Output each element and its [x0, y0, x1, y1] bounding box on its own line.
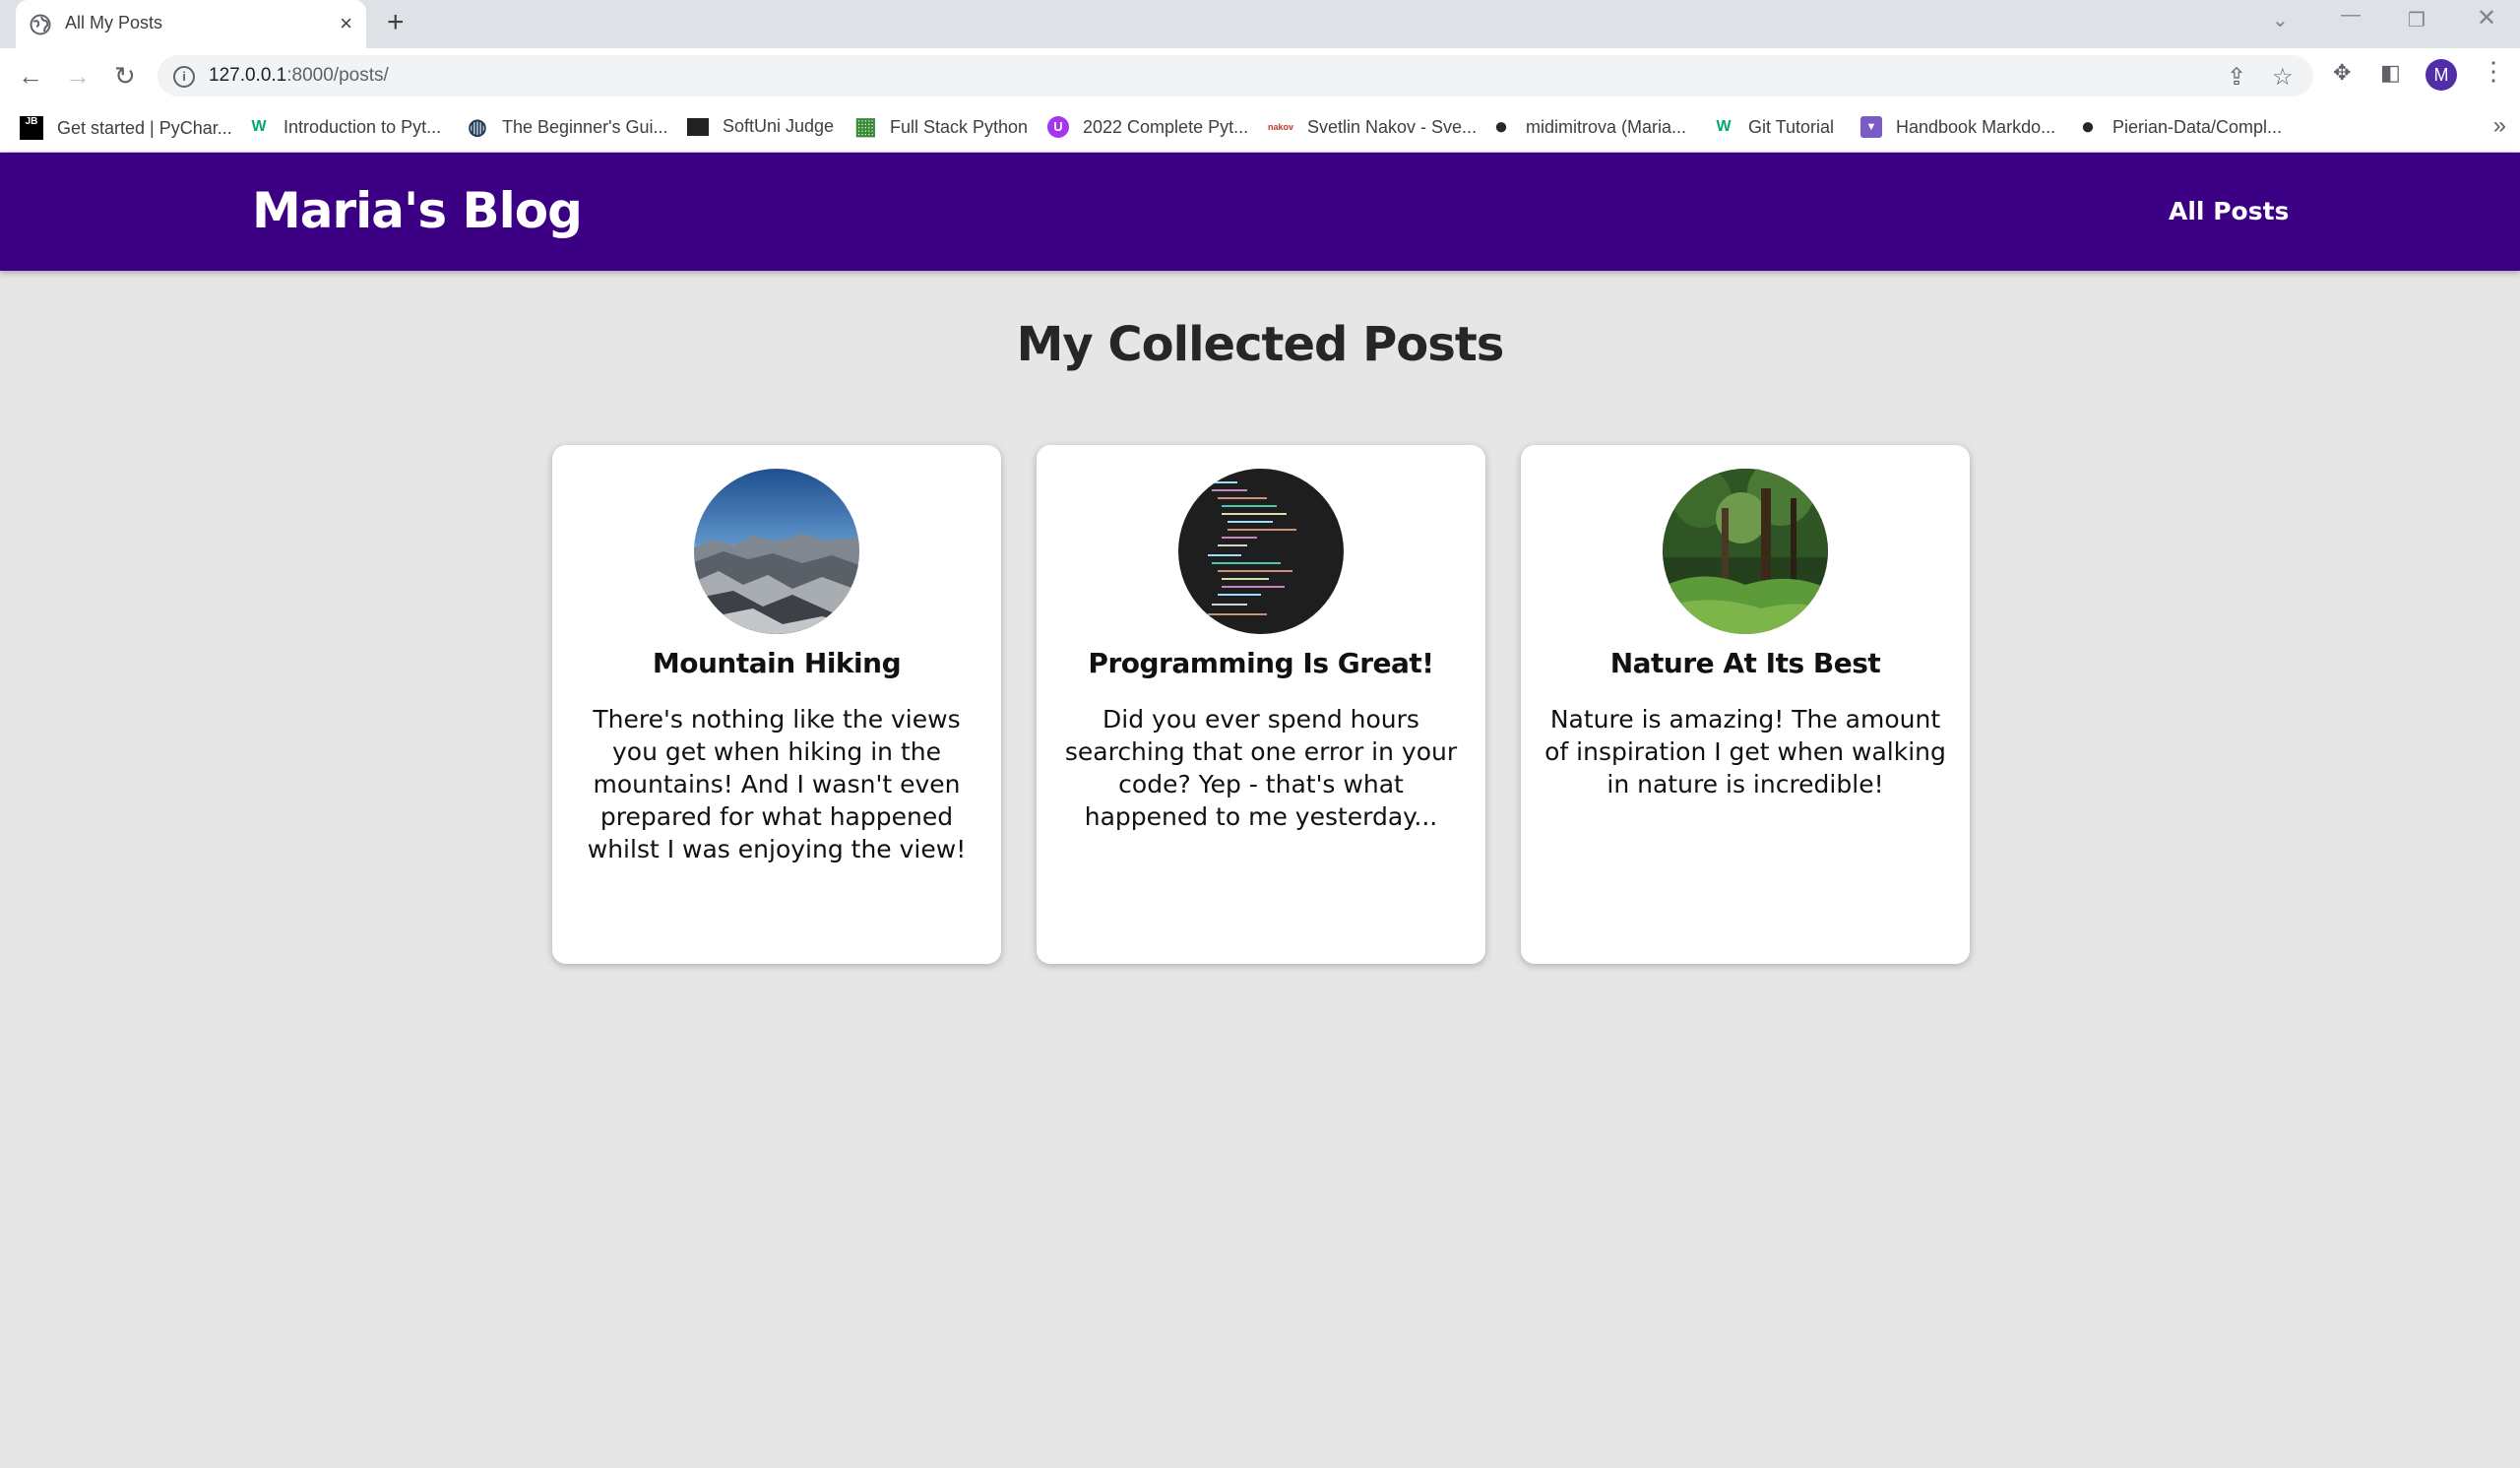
- udemy-icon: U: [1047, 116, 1069, 138]
- post-image-mountains[interactable]: [694, 469, 859, 634]
- nav-all-posts-link[interactable]: All Posts: [2169, 197, 2289, 225]
- bookmark-item[interactable]: nakov Svetlin Nakov - Sve...: [1268, 116, 1477, 138]
- close-tab-icon[interactable]: ×: [340, 11, 352, 36]
- bookmark-item[interactable]: ● midimitrova (Maria...: [1490, 113, 1687, 140]
- more-menu-icon[interactable]: ⋮: [2481, 56, 2506, 87]
- post-card[interactable]: Programming Is Great! Did you ever spend…: [1037, 445, 1485, 964]
- tab-strip: All My Posts × + ⌄ — ❐ ✕: [0, 0, 2520, 48]
- site-logo[interactable]: Maria's Blog: [252, 182, 583, 239]
- bookmark-label: Full Stack Python: [890, 116, 1029, 137]
- url-text[interactable]: 127.0.0.1:8000/posts/: [209, 65, 389, 87]
- browser-toolbar: ← → ↻ i 127.0.0.1:8000/posts/ ⇪ ☆ ✥ ◧ M …: [0, 48, 2520, 104]
- bookmark-label: Introduction to Pyt...: [284, 116, 442, 137]
- site-info-icon[interactable]: i: [173, 66, 195, 88]
- bookmark-star-icon[interactable]: ☆: [2272, 63, 2294, 92]
- bookmark-item[interactable]: ▼ Handbook Markdo...: [1860, 116, 2055, 138]
- bookmark-item[interactable]: ◍ The Beginner's Gui...: [467, 114, 668, 139]
- bookmark-label: midimitrova (Maria...: [1526, 116, 1687, 137]
- bookmark-label: 2022 Complete Pyt...: [1083, 116, 1249, 137]
- post-title[interactable]: Programming Is Great!: [1037, 647, 1485, 679]
- browser-tab[interactable]: All My Posts ×: [16, 0, 366, 48]
- extensions-icon[interactable]: ✥: [2333, 60, 2351, 86]
- bookmark-label: Pierian-Data/Compl...: [2112, 116, 2283, 137]
- side-panel-icon[interactable]: ◧: [2380, 60, 2401, 86]
- post-image-code[interactable]: [1178, 469, 1344, 634]
- share-icon[interactable]: ⇪: [2227, 63, 2246, 92]
- tab-search-icon[interactable]: ⌄: [2272, 8, 2289, 32]
- reload-icon[interactable]: ↻: [114, 61, 136, 92]
- w3-icon: W: [251, 118, 267, 135]
- softuni-icon: [687, 117, 709, 136]
- profile-avatar[interactable]: M: [2426, 59, 2457, 91]
- markdown-icon: ▼: [1860, 116, 1882, 138]
- bookmark-item[interactable]: U 2022 Complete Pyt...: [1047, 116, 1248, 138]
- post-title[interactable]: Nature At Its Best: [1521, 647, 1970, 679]
- post-excerpt: Nature is amazing! The amount of inspira…: [1544, 705, 1946, 798]
- w3-icon: W: [1716, 118, 1732, 135]
- url-host: 127.0.0.1: [209, 65, 287, 86]
- address-bar[interactable]: i 127.0.0.1:8000/posts/ ⇪ ☆: [158, 55, 2313, 96]
- bookmark-label: Svetlin Nakov - Sve...: [1307, 116, 1478, 137]
- grid-icon: ▦: [854, 113, 877, 140]
- post-card[interactable]: Nature At Its Best Nature is amazing! Th…: [1521, 445, 1970, 964]
- jetbrains-icon: JB: [20, 116, 43, 140]
- bookmark-label: SoftUni Judge: [723, 116, 835, 136]
- site-header: Maria's Blog All Posts: [0, 153, 2520, 271]
- new-tab-button[interactable]: +: [387, 6, 405, 39]
- forward-icon[interactable]: →: [65, 61, 91, 92]
- github-icon: ●: [1493, 113, 1509, 140]
- bookmark-item[interactable]: ▦ Full Stack Python: [854, 113, 1029, 140]
- page-title: My Collected Posts: [1016, 317, 1505, 372]
- url-path: :8000/posts/: [286, 65, 389, 86]
- bookmark-label: Get started | PyChar...: [57, 117, 232, 138]
- bookmark-item[interactable]: ● Pierian-Data/Compl...: [2077, 113, 2283, 140]
- globe-icon: ◍: [468, 114, 487, 139]
- post-card[interactable]: Mountain Hiking There's nothing like the…: [552, 445, 1001, 964]
- globe-icon: [30, 14, 51, 35]
- nakov-icon: nakov: [1268, 122, 1294, 132]
- bookmark-item[interactable]: W Git Tutorial: [1713, 116, 1834, 138]
- bookmark-label: Git Tutorial: [1748, 116, 1835, 137]
- post-excerpt: Did you ever spend hours searching that …: [1064, 705, 1458, 831]
- bookmark-item[interactable]: SoftUni Judge: [687, 116, 834, 137]
- bookmark-label: Handbook Markdo...: [1896, 116, 2056, 137]
- tab-title: All My Posts: [65, 13, 163, 32]
- bookmark-label: The Beginner's Gui...: [502, 116, 668, 137]
- bookmarks-overflow-icon[interactable]: »: [2493, 112, 2506, 140]
- bookmark-item[interactable]: W Introduction to Pyt...: [248, 116, 441, 138]
- bookmark-item[interactable]: JB Get started | PyChar...: [20, 116, 232, 140]
- bookmarks-bar: JB Get started | PyChar... W Introductio…: [0, 104, 2520, 153]
- github-icon: ●: [2080, 113, 2096, 140]
- post-title[interactable]: Mountain Hiking: [552, 647, 1001, 679]
- post-image-forest[interactable]: [1663, 469, 1828, 634]
- post-excerpt: There's nothing like the views you get w…: [587, 705, 967, 863]
- minimize-icon[interactable]: —: [2341, 4, 2361, 27]
- back-icon[interactable]: ←: [18, 61, 43, 92]
- close-window-icon[interactable]: ✕: [2477, 4, 2496, 32]
- restore-icon[interactable]: ❐: [2408, 8, 2426, 32]
